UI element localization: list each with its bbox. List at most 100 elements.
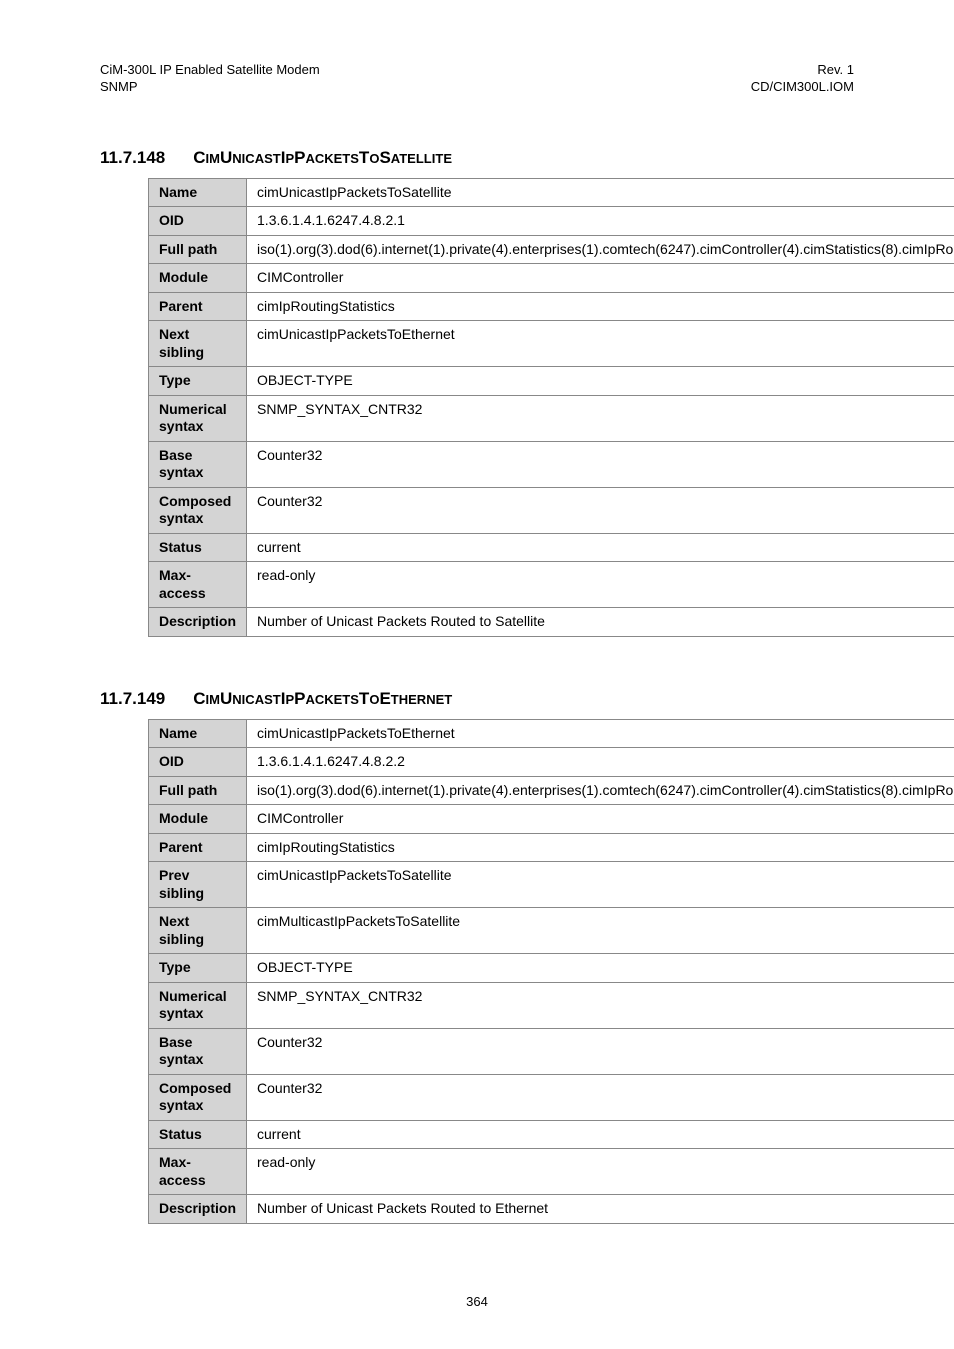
row-value: OBJECT-TYPE xyxy=(247,367,954,396)
row-label: Max-access xyxy=(149,1149,247,1195)
mib-table: NamecimUnicastIpPacketsToSatelliteOID1.3… xyxy=(148,178,954,637)
header-product: CiM-300L IP Enabled Satellite Modem xyxy=(100,62,320,79)
row-label: Composed syntax xyxy=(149,1074,247,1120)
row-value: Counter32 xyxy=(247,1074,954,1120)
row-value: SNMP_SYNTAX_CNTR32 xyxy=(247,982,954,1028)
table-row: Full pathiso(1).org(3).dod(6).internet(1… xyxy=(149,776,954,805)
header-left: CiM-300L IP Enabled Satellite Modem SNMP xyxy=(100,62,320,96)
row-value: Counter32 xyxy=(247,441,954,487)
row-label: Base syntax xyxy=(149,441,247,487)
table-row: Base syntaxCounter32 xyxy=(149,1028,954,1074)
table-row: DescriptionNumber of Unicast Packets Rou… xyxy=(149,1195,954,1224)
row-label: Numerical syntax xyxy=(149,982,247,1028)
table-row: Next siblingcimUnicastIpPacketsToEtherne… xyxy=(149,321,954,367)
row-value: 1.3.6.1.4.1.6247.4.8.2.1 xyxy=(247,207,954,236)
section-title: CIMUNICASTIPPACKETSTOETHERNET xyxy=(193,689,452,708)
table-row: ModuleCIMController xyxy=(149,264,954,293)
row-label: Description xyxy=(149,1195,247,1224)
header-section: SNMP xyxy=(100,79,320,96)
table-row: DescriptionNumber of Unicast Packets Rou… xyxy=(149,608,954,637)
row-value: Counter32 xyxy=(247,1028,954,1074)
row-label: Status xyxy=(149,533,247,562)
section-number: 11.7.149 xyxy=(100,689,165,708)
row-value: Number of Unicast Packets Routed to Ethe… xyxy=(247,1195,954,1224)
table-row: TypeOBJECT-TYPE xyxy=(149,367,954,396)
row-label: Type xyxy=(149,367,247,396)
table-row: ParentcimIpRoutingStatistics xyxy=(149,292,954,321)
row-value: 1.3.6.1.4.1.6247.4.8.2.2 xyxy=(247,748,954,777)
section-number: 11.7.148 xyxy=(100,148,165,167)
row-label: Name xyxy=(149,178,247,207)
section-heading: 11.7.149 CIMUNICASTIPPACKETSTOETHERNET xyxy=(100,689,854,709)
row-value: current xyxy=(247,533,954,562)
row-value: OBJECT-TYPE xyxy=(247,954,954,983)
row-label: Type xyxy=(149,954,247,983)
row-label: Parent xyxy=(149,833,247,862)
header-right: Rev. 1 CD/CIM300L.IOM xyxy=(751,62,854,96)
row-value: cimUnicastIpPacketsToSatellite xyxy=(247,862,954,908)
row-label: Next sibling xyxy=(149,908,247,954)
table-row: Prev siblingcimUnicastIpPacketsToSatelli… xyxy=(149,862,954,908)
row-value: Number of Unicast Packets Routed to Sate… xyxy=(247,608,954,637)
table-row: Composed syntaxCounter32 xyxy=(149,1074,954,1120)
table-row: Composed syntaxCounter32 xyxy=(149,487,954,533)
row-label: Prev sibling xyxy=(149,862,247,908)
mib-section: 11.7.149 CIMUNICASTIPPACKETSTOETHERNET Nam… xyxy=(100,689,854,1224)
row-label: Module xyxy=(149,264,247,293)
row-value: CIMController xyxy=(247,805,954,834)
row-label: Next sibling xyxy=(149,321,247,367)
row-label: Name xyxy=(149,719,247,748)
row-value: iso(1).org(3).dod(6).internet(1).private… xyxy=(247,776,954,805)
row-value: read-only xyxy=(247,1149,954,1195)
table-row: Max-accessread-only xyxy=(149,562,954,608)
table-row: Base syntaxCounter32 xyxy=(149,441,954,487)
table-row: Max-accessread-only xyxy=(149,1149,954,1195)
row-label: Description xyxy=(149,608,247,637)
table-row: OID1.3.6.1.4.1.6247.4.8.2.2 xyxy=(149,748,954,777)
row-label: Status xyxy=(149,1120,247,1149)
page-number: 364 xyxy=(100,1294,854,1309)
row-value: read-only xyxy=(247,562,954,608)
row-label: Composed syntax xyxy=(149,487,247,533)
table-row: Next siblingcimMulticastIpPacketsToSatel… xyxy=(149,908,954,954)
table-row: OID1.3.6.1.4.1.6247.4.8.2.1 xyxy=(149,207,954,236)
row-value: cimMulticastIpPacketsToSatellite xyxy=(247,908,954,954)
row-label: OID xyxy=(149,207,247,236)
row-value: iso(1).org(3).dod(6).internet(1).private… xyxy=(247,235,954,264)
row-value: current xyxy=(247,1120,954,1149)
document-page: CiM-300L IP Enabled Satellite Modem SNMP… xyxy=(0,0,954,1349)
row-value: SNMP_SYNTAX_CNTR32 xyxy=(247,395,954,441)
row-label: Max-access xyxy=(149,562,247,608)
table-row: Statuscurrent xyxy=(149,533,954,562)
row-label: Module xyxy=(149,805,247,834)
row-value: cimUnicastIpPacketsToEthernet xyxy=(247,719,954,748)
header-docid: CD/CIM300L.IOM xyxy=(751,79,854,96)
row-label: Numerical syntax xyxy=(149,395,247,441)
mib-table: NamecimUnicastIpPacketsToEthernetOID1.3.… xyxy=(148,719,954,1224)
table-row: NamecimUnicastIpPacketsToEthernet xyxy=(149,719,954,748)
table-row: ParentcimIpRoutingStatistics xyxy=(149,833,954,862)
row-label: Full path xyxy=(149,235,247,264)
row-label: Full path xyxy=(149,776,247,805)
row-value: Counter32 xyxy=(247,487,954,533)
header-rev: Rev. 1 xyxy=(751,62,854,79)
table-row: NamecimUnicastIpPacketsToSatellite xyxy=(149,178,954,207)
row-label: OID xyxy=(149,748,247,777)
row-value: cimUnicastIpPacketsToSatellite xyxy=(247,178,954,207)
table-row: TypeOBJECT-TYPE xyxy=(149,954,954,983)
table-row: ModuleCIMController xyxy=(149,805,954,834)
mib-section: 11.7.148 CIMUNICASTIPPACKETSTOSATELLITE Na… xyxy=(100,148,854,637)
page-header: CiM-300L IP Enabled Satellite Modem SNMP… xyxy=(100,62,854,96)
row-label: Base syntax xyxy=(149,1028,247,1074)
section-title: CIMUNICASTIPPACKETSTOSATELLITE xyxy=(193,148,452,167)
table-row: Statuscurrent xyxy=(149,1120,954,1149)
row-value: cimUnicastIpPacketsToEthernet xyxy=(247,321,954,367)
row-value: cimIpRoutingStatistics xyxy=(247,292,954,321)
row-value: cimIpRoutingStatistics xyxy=(247,833,954,862)
row-value: CIMController xyxy=(247,264,954,293)
section-heading: 11.7.148 CIMUNICASTIPPACKETSTOSATELLITE xyxy=(100,148,854,168)
table-row: Full pathiso(1).org(3).dod(6).internet(1… xyxy=(149,235,954,264)
table-row: Numerical syntaxSNMP_SYNTAX_CNTR32 xyxy=(149,982,954,1028)
sections-container: 11.7.148 CIMUNICASTIPPACKETSTOSATELLITE Na… xyxy=(100,148,854,1224)
row-label: Parent xyxy=(149,292,247,321)
